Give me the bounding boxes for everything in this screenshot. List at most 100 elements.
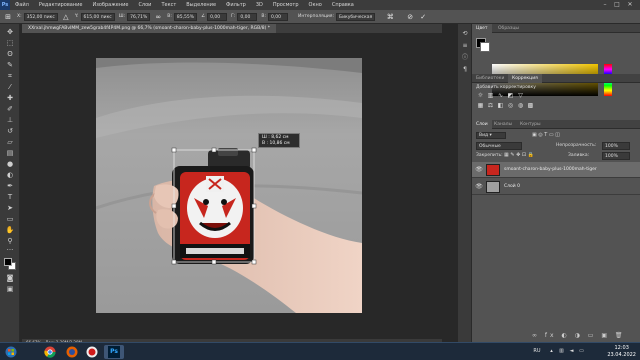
tray-up-icon[interactable]: ▴ [548, 348, 555, 355]
paragraph-panel-icon[interactable]: ¶ [461, 66, 469, 74]
channel-mixer-icon[interactable]: ◍ [516, 102, 525, 110]
commit-transform-icon[interactable]: ✓ [418, 12, 428, 22]
menu-edit[interactable]: Редактирование [34, 2, 88, 8]
foreground-color-swatch[interactable] [4, 258, 12, 266]
minimize-icon[interactable]: – [600, 0, 610, 10]
color-balance-icon[interactable]: ⚖ [486, 102, 495, 110]
relative-position-icon[interactable]: △ [61, 12, 71, 22]
layer-kind-filter[interactable]: Вид ▾ [476, 132, 506, 139]
move-tool-icon[interactable]: ✥ [4, 28, 16, 37]
x-field[interactable]: X: 352,00 пикс [17, 12, 58, 21]
menu-type[interactable]: Текст [156, 2, 181, 8]
shape-tool-icon[interactable]: ▭ [4, 215, 16, 224]
layer-row-smart-object[interactable]: 👁 smoant-charon-baby-plus-1000mah-tiger [472, 162, 640, 178]
marquee-tool-icon[interactable]: ⬚ [4, 39, 16, 48]
start-button[interactable] [4, 345, 18, 359]
v-skew-field[interactable]: В: 0,00 [261, 12, 288, 21]
visibility-eye-icon[interactable]: 👁 [475, 183, 483, 191]
width-field[interactable]: Ш: 76,71% [119, 12, 151, 21]
angle-field[interactable]: ∠ 0,00 [201, 12, 228, 21]
layer-row-layer-0[interactable]: 👁 Слой 0 [472, 179, 640, 195]
eraser-tool-icon[interactable]: ▱ [4, 138, 16, 147]
network-icon[interactable]: ▥ [558, 348, 565, 355]
close-icon[interactable]: ✕ [625, 0, 635, 10]
menu-image[interactable]: Изображение [87, 2, 133, 8]
tab-channels[interactable]: Каналы [490, 120, 516, 129]
black-white-icon[interactable]: ◧ [496, 102, 505, 110]
properties-panel-icon[interactable]: ≡ [461, 42, 469, 50]
hue-saturation-icon[interactable]: ▦ [476, 102, 485, 110]
taskbar-chrome[interactable] [40, 345, 60, 359]
healing-tool-icon[interactable]: ✚ [4, 94, 16, 103]
cancel-transform-icon[interactable]: ⊘ [405, 12, 415, 22]
hand-tool-icon[interactable]: ✋ [4, 226, 16, 235]
path-select-tool-icon[interactable]: ➤ [4, 204, 16, 213]
info-panel-icon[interactable]: ⓘ [461, 54, 469, 62]
tab-swatches[interactable]: Образцы [494, 24, 523, 33]
menu-view[interactable]: Просмотр [268, 2, 304, 8]
maximize-icon[interactable]: □ [612, 0, 622, 10]
taskbar-clock[interactable]: 12:03 23.04.2022 [607, 345, 636, 359]
brush-tool-icon[interactable]: ✐ [4, 105, 16, 114]
panel-background-swatch[interactable] [480, 42, 490, 52]
gradient-tool-icon[interactable]: ▤ [4, 149, 16, 158]
y-field[interactable]: Y: 615,00 пикс [75, 12, 115, 21]
fill-field[interactable]: 100% [602, 152, 630, 160]
opacity-field[interactable]: 100% [602, 142, 630, 150]
type-tool-icon[interactable]: T [4, 193, 16, 202]
taskbar-recorder[interactable] [82, 345, 102, 359]
menu-layers[interactable]: Слои [133, 2, 156, 8]
menu-filter[interactable]: Фильтр [221, 2, 251, 8]
menu-help[interactable]: Справка [327, 2, 359, 8]
h-skew-field[interactable]: Г: 0,00 [231, 12, 258, 21]
taskbar-photoshop[interactable]: Ps [104, 345, 124, 359]
menu-3d[interactable]: 3D [251, 2, 268, 8]
tab-libraries[interactable]: Библиотеки [472, 74, 508, 83]
blur-tool-icon[interactable]: ● [4, 160, 16, 169]
stamp-tool-icon[interactable]: ⊥ [4, 116, 16, 125]
menu-select[interactable]: Выделение [181, 2, 221, 8]
curves-icon[interactable]: ∿ [496, 92, 505, 100]
tab-paths[interactable]: Контуры [516, 120, 545, 129]
document-canvas-image[interactable] [96, 58, 362, 313]
document-tab[interactable]: XXrxal.jhmwgFABvIMM_zew5grab4f4P4M.png @… [22, 24, 277, 33]
edit-toolbar-icon[interactable]: ··· [4, 246, 16, 255]
taskbar-firefox[interactable] [62, 345, 82, 359]
layer-filter-icons[interactable]: ▣ ◎ T ▭ ◫ [532, 132, 560, 138]
screen-mode-icon[interactable]: ▣ [4, 285, 16, 294]
history-panel-icon[interactable]: ⟲ [461, 30, 469, 38]
menu-file[interactable]: Файл [10, 2, 34, 8]
tab-layers[interactable]: Слои [472, 120, 492, 129]
pen-tool-icon[interactable]: ✒ [4, 182, 16, 191]
history-brush-tool-icon[interactable]: ↺ [4, 127, 16, 136]
lasso-tool-icon[interactable]: ʘ [4, 50, 16, 59]
zoom-tool-icon[interactable]: ⚲ [4, 237, 16, 246]
height-field[interactable]: В: 85,55% [167, 12, 198, 21]
tab-color[interactable]: Цвет [472, 24, 492, 33]
menu-window[interactable]: Окно [304, 2, 327, 8]
photo-filter-icon[interactable]: ◎ [506, 102, 515, 110]
crop-tool-icon[interactable]: ⌗ [4, 72, 16, 81]
interpolation-select[interactable]: Интерполяция: Бикубическая [298, 12, 376, 21]
layer-name[interactable]: smoant-charon-baby-plus-1000mah-tiger [504, 167, 597, 172]
dodge-tool-icon[interactable]: ◐ [4, 171, 16, 180]
blend-mode-select[interactable]: Обычные [476, 142, 522, 150]
exposure-icon[interactable]: ◩ [506, 92, 515, 100]
quick-mask-icon[interactable]: ◙ [4, 274, 16, 283]
levels-icon[interactable]: ▥ [486, 92, 495, 100]
tab-adjustments[interactable]: Коррекция [508, 74, 542, 83]
brightness-icon[interactable]: ☼ [476, 92, 485, 100]
battery-icon[interactable]: ▭ [578, 348, 585, 355]
layers-footer-icons[interactable]: ∞ fx ◐ ◑ ▭ ▣ 🗑 [532, 332, 626, 339]
warp-icon[interactable]: ⌘ [385, 12, 395, 22]
color-lookup-icon[interactable]: ▩ [526, 102, 535, 110]
layer-name[interactable]: Слой 0 [504, 184, 520, 189]
link-icon[interactable]: ∞ [153, 12, 163, 22]
eyedropper-tool-icon[interactable]: ⁄ [4, 83, 16, 92]
visibility-eye-icon[interactable]: 👁 [475, 166, 483, 174]
language-indicator[interactable]: RU [532, 348, 542, 355]
vibrance-icon[interactable]: ▽ [516, 92, 525, 100]
transform-reference-icon[interactable]: ⊞ [3, 12, 13, 22]
lock-icons[interactable]: ▦ ✎ ✥ ⊡ 🔒 [504, 152, 534, 158]
volume-icon[interactable]: ◄ [568, 348, 575, 355]
